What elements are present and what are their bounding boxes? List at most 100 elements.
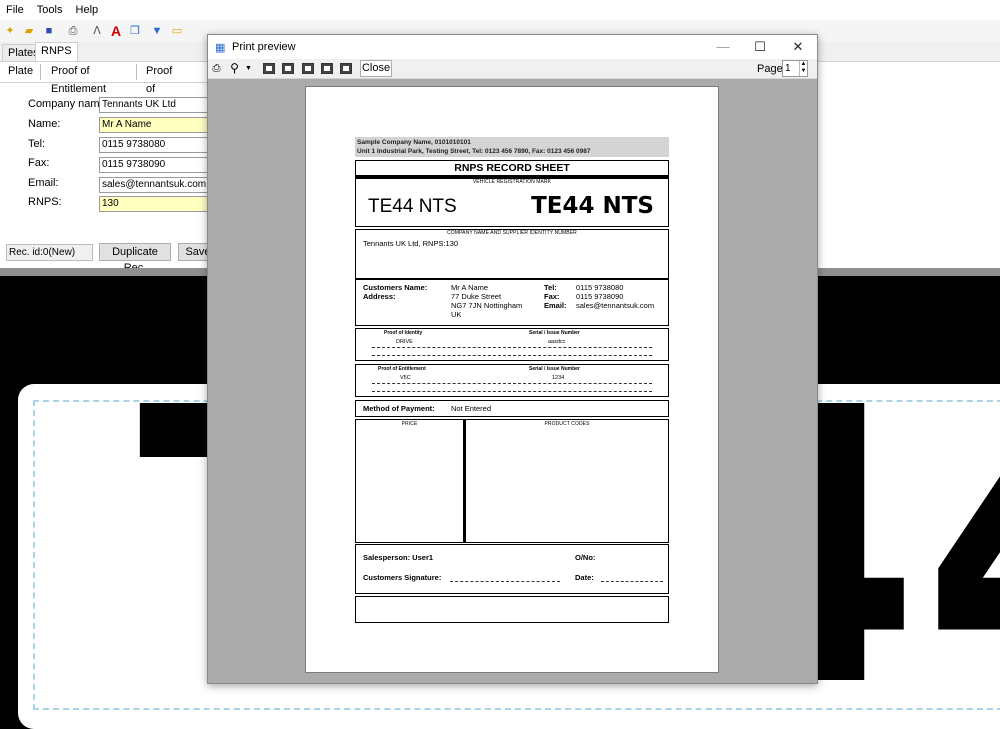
signature-line (450, 581, 560, 582)
salesperson-section: Salesperson: User1 O/No: Customers Signa… (355, 544, 669, 594)
name-label: Name: (28, 118, 61, 130)
menu-bar: File Tools Help (0, 0, 1000, 20)
company-header-line2: Unit 1 Industrial Park, Testing Street, … (357, 148, 591, 155)
address-line1: 77 Duke Street (451, 292, 502, 301)
vrm-label: VEHICLE REGISTRATION MARK (472, 179, 552, 185)
text-style-icon[interactable]: ᐱ (90, 24, 104, 38)
subtab-proof-of-entitlement[interactable]: Proof of Entitlement (45, 62, 112, 95)
spin-arrows-icon[interactable]: ▲ ▼ (799, 61, 807, 76)
footer-box (355, 596, 669, 623)
address-line3: UK (451, 310, 462, 319)
four-pages-icon[interactable] (321, 63, 333, 74)
copy-icon[interactable]: ❐ (128, 24, 142, 38)
price-section: PRICE (355, 419, 465, 543)
customer-section: Customers Name: Address: Mr A Name 77 Du… (355, 279, 669, 326)
six-pages-icon[interactable] (340, 63, 352, 74)
rnps-label: RNPS: (28, 196, 62, 208)
preview-page: Sample Company Name, 0101010101 Unit 1 I… (305, 86, 719, 673)
proof-of-identity-section: Proof of Identity Serial / Issue Number … (355, 328, 669, 361)
zoom-dropdown-icon[interactable]: ▼ (242, 62, 255, 75)
print-preview-toolbar: ⎙ ⚲ ▼ Close Page 1 ▲ ▼ (208, 59, 817, 79)
date-line (601, 581, 663, 582)
proof-identity-label: Proof of Identity (384, 330, 423, 336)
print-icon[interactable]: ⎙ (210, 62, 223, 75)
menu-tools[interactable]: Tools (31, 0, 67, 16)
payment-value: Not Entered (451, 404, 492, 413)
filter-icon[interactable]: ▼ (150, 24, 164, 38)
print-preview-window: ▦ Print preview — ☐ ✕ ⎙ ⚲ ▼ Close Page 1… (207, 34, 818, 684)
customer-name-value: Mr A Name (451, 283, 489, 292)
subtab-separator (40, 64, 41, 80)
name-input[interactable]: Mr A Name (99, 117, 210, 133)
record-id-field: Rec. id:0(New) (6, 244, 93, 261)
record-sheet-title: RNPS RECORD SHEET (355, 160, 669, 176)
proof-entitlement-label: Proof of Entitlement (378, 366, 426, 372)
three-pages-icon[interactable] (302, 63, 314, 74)
close-icon[interactable]: ✕ (783, 37, 813, 57)
company-header-bar: Sample Company Name, 0101010101 Unit 1 I… (355, 137, 669, 157)
preview-close-button[interactable]: Close (360, 60, 392, 77)
two-pages-icon[interactable] (282, 63, 294, 74)
product-codes-label: PRODUCT CODES (544, 421, 590, 427)
one-page-icon[interactable] (263, 63, 275, 74)
page-number-stepper[interactable]: 1 ▲ ▼ (782, 60, 808, 77)
font-icon[interactable]: A (109, 24, 123, 38)
proof-entitlement-value: V5C (400, 375, 411, 381)
registration-bold: TE44 NTS (531, 193, 654, 219)
page-label: Page (757, 63, 783, 75)
company-header-line1: Sample Company Name, 0101010101 (357, 139, 471, 146)
proof-identity-value: DRIVE (396, 339, 413, 345)
registration-plain: TE44 NTS (368, 196, 457, 217)
menu-file[interactable]: File (0, 0, 28, 16)
subtab-proof-of-identity[interactable]: Proof of Identity (140, 62, 187, 113)
dashed-line (372, 391, 652, 392)
proof-entitlement-serial-value: 1234 (552, 375, 565, 381)
email-input[interactable]: sales@tennantsuk.com (99, 177, 210, 193)
vrm-section: VEHICLE REGISTRATION MARK TE44 NTS TE44 … (355, 176, 669, 227)
payment-label: Method of Payment: (363, 404, 435, 413)
signature-label: Customers Signature: (363, 573, 442, 582)
subtab-separator (136, 64, 137, 80)
print-icon[interactable]: ⎙ (66, 24, 80, 38)
address-label: Address: (363, 292, 396, 301)
product-codes-section: PRODUCT CODES (465, 419, 669, 543)
proof-identity-serial-label: Serial / Issue Number (529, 330, 580, 336)
address-line2: NG7 7JN Nottingham (451, 301, 523, 310)
fax-label: Fax: (28, 157, 50, 169)
dashed-line (372, 347, 652, 348)
proof-identity-serial-value: aasdcc (548, 339, 566, 345)
zoom-icon[interactable]: ⚲ (228, 62, 241, 75)
page-number-value: 1 (785, 63, 791, 74)
customers-name-label: Customers Name: (363, 283, 428, 292)
subtab-plate[interactable]: Plate (2, 62, 39, 82)
dashed-line (372, 383, 652, 384)
customer-tel-label: Tel: (544, 283, 557, 292)
company-name-label: Company name: (28, 98, 109, 110)
customer-fax-label: Fax: (544, 292, 560, 301)
open-folder-icon[interactable]: ▰ (22, 24, 36, 38)
rnps-input[interactable]: 130 (99, 196, 210, 212)
new-icon[interactable]: ✦ (3, 24, 17, 38)
duplicate-record-button[interactable]: Duplicate Rec. (99, 243, 171, 274)
save-disk-icon[interactable]: ■ (42, 24, 56, 38)
fax-input[interactable]: 0115 9738090 (99, 157, 210, 173)
maximize-icon[interactable]: ☐ (745, 37, 775, 57)
app-window-icon: ▦ (215, 42, 226, 54)
email-label: Email: (28, 177, 59, 189)
print-preview-titlebar: ▦ Print preview — ☐ ✕ (208, 35, 817, 59)
tab-rnps-log[interactable]: RNPS Log (35, 42, 78, 74)
customer-tel-value: 0115 9738080 (576, 283, 624, 292)
order-number-label: O/No: (575, 553, 596, 562)
company-name-input[interactable]: Tennants UK Ltd (99, 97, 210, 113)
customer-email-label: Email: (544, 301, 567, 310)
price-label: PRICE (401, 421, 418, 427)
company-section: COMPANY NAME AND SUPPLIER IDENTITY NUMBE… (355, 229, 669, 279)
customer-fax-value: 0115 9738090 (576, 292, 624, 301)
tel-input[interactable]: 0115 9738080 (99, 137, 210, 153)
minimize-icon[interactable]: — (708, 37, 738, 57)
message-icon[interactable]: ▭ (170, 24, 184, 38)
menu-help[interactable]: Help (70, 0, 103, 16)
payment-section: Method of Payment: Not Entered (355, 400, 669, 417)
company-section-label: COMPANY NAME AND SUPPLIER IDENTITY NUMBE… (447, 230, 577, 236)
proof-entitlement-serial-label: Serial / Issue Number (529, 366, 580, 372)
